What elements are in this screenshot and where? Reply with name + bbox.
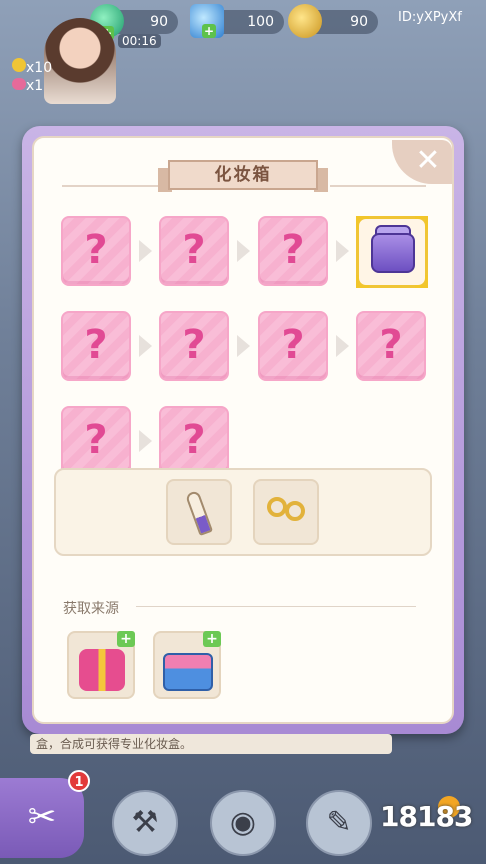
merge-slot-10[interactable]: ?	[159, 406, 229, 476]
coins-counter[interactable]: 90	[288, 4, 378, 38]
merge-slot-9[interactable]: ?	[61, 406, 131, 476]
ingredient-lipstick[interactable]	[166, 479, 232, 545]
scissors-comb-icon: ✂	[27, 797, 57, 837]
selection-corner	[415, 216, 428, 229]
source-gift-box[interactable]: +	[67, 631, 135, 699]
ingredient-earrings[interactable]	[253, 479, 319, 545]
player-id: ID:yXPyXf	[398, 10, 462, 25]
ingredient-panel	[54, 468, 432, 556]
dialog-title: 化妆箱	[168, 160, 318, 190]
makeup-box-icon	[371, 233, 415, 273]
earrings-icon	[267, 497, 287, 517]
diamonds-value: 100	[247, 14, 274, 30]
watermark-logo: 18183	[380, 800, 473, 833]
gems-timer: 00:16	[118, 34, 161, 48]
add-icon: +	[117, 631, 135, 647]
diamonds-counter[interactable]: + 100	[190, 4, 284, 38]
merge-slot-5[interactable]: ?	[61, 311, 131, 381]
chain-arrow-icon	[237, 335, 250, 357]
tool-scissors-comb[interactable]: ✂	[0, 778, 84, 858]
chain-arrow-icon	[139, 430, 152, 452]
lipstick-icon	[184, 489, 214, 537]
chain-arrow-icon	[139, 335, 152, 357]
axe-icon: ⚒	[131, 805, 159, 840]
gift-box-icon	[79, 649, 125, 691]
title-divider-left	[62, 185, 158, 187]
gold-coin-icon	[288, 4, 322, 38]
chain-arrow-icon	[237, 240, 250, 262]
gems-value: 90	[150, 14, 168, 30]
gems-counter[interactable]: + 90	[90, 4, 178, 40]
merge-slot-6[interactable]: ?	[159, 311, 229, 381]
title-divider-right	[330, 185, 426, 187]
selection-corner	[356, 275, 369, 288]
earrings-icon-second	[285, 501, 305, 521]
tool-axe[interactable]: ⚒	[112, 790, 178, 856]
player-avatar[interactable]	[44, 18, 116, 104]
merge-hint-text: 盒，合成可获得专业化妆盒。	[30, 734, 392, 754]
source-storage-box[interactable]: +	[153, 631, 221, 699]
merge-slot-8[interactable]: ?	[356, 311, 426, 381]
item-a-counter: x10	[12, 58, 52, 76]
source-divider	[136, 606, 416, 607]
hairdryer-icon: ✎	[326, 805, 352, 840]
selection-corner	[415, 275, 428, 288]
notification-badge: 1	[68, 770, 90, 792]
iron-icon: ◉	[229, 805, 257, 840]
chain-arrow-icon	[336, 240, 349, 262]
item-b-counter: x1	[12, 78, 43, 94]
merge-slot-7[interactable]: ?	[258, 311, 328, 381]
heart-icon	[12, 78, 26, 90]
tool-hairdryer[interactable]: ✎	[306, 790, 372, 856]
add-diamonds-icon[interactable]: +	[202, 24, 216, 38]
merge-slot-1[interactable]: ?	[61, 216, 131, 286]
item-a-count: x10	[26, 60, 53, 76]
selection-corner	[356, 216, 369, 229]
coins-value: 90	[350, 14, 368, 30]
item-b-count: x1	[26, 78, 44, 94]
storage-box-icon	[163, 653, 213, 691]
chain-arrow-icon	[139, 240, 152, 262]
merge-slot-2[interactable]: ?	[159, 216, 229, 286]
chain-arrow-icon	[336, 335, 349, 357]
merge-slot-3[interactable]: ?	[258, 216, 328, 286]
title-banner: 化妆箱	[158, 160, 328, 192]
merge-slot-current[interactable]	[356, 216, 428, 288]
tool-iron[interactable]: ◉	[210, 790, 276, 856]
source-heading: 获取来源	[63, 601, 119, 617]
add-icon: +	[203, 631, 221, 647]
coin-stack-icon	[12, 58, 26, 72]
